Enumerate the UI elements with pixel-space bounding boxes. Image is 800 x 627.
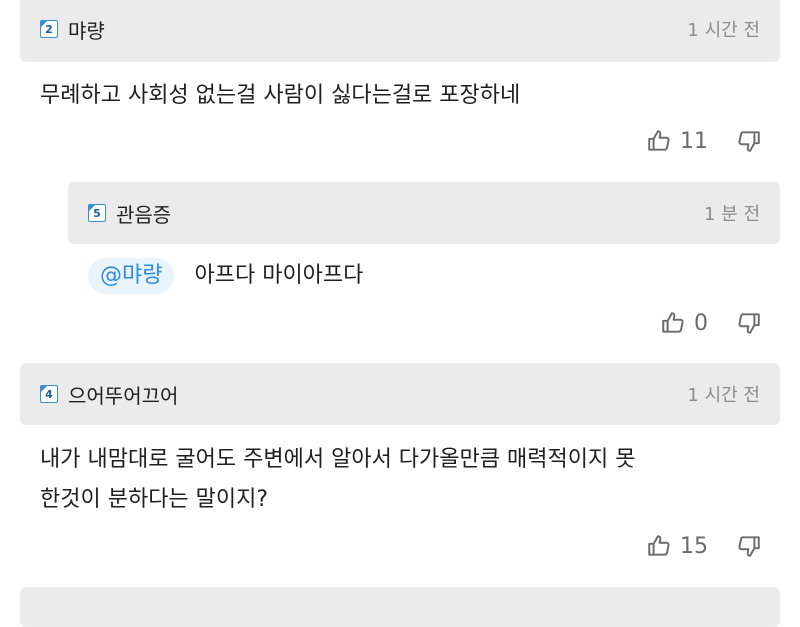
comment-author[interactable]: 5 관음증 — [88, 199, 171, 228]
reply-header: 5 관음증 1 분 전 — [68, 182, 780, 244]
comment-body: 무례하고 사회성 없는걸 사람이 싫다는걸로 포장하네 — [40, 83, 521, 108]
like-button[interactable]: 0 — [660, 310, 708, 336]
author-name[interactable]: 으어뚜어끄어 — [68, 380, 178, 409]
comment-actions: 0 — [660, 310, 762, 336]
thumbs-down-icon — [738, 131, 760, 152]
thumbs-up-icon — [662, 312, 684, 333]
like-button[interactable]: 11 — [646, 128, 708, 154]
thumbs-down-icon — [738, 536, 760, 557]
dislike-button[interactable] — [736, 533, 762, 559]
like-button[interactable]: 15 — [646, 533, 708, 559]
dislike-button[interactable] — [736, 128, 762, 154]
comment-timestamp: 1 시간 전 — [687, 20, 760, 41]
thumbs-up-icon — [648, 130, 670, 151]
like-count: 15 — [680, 533, 708, 559]
like-count: 0 — [694, 310, 708, 336]
comment-actions: 15 — [646, 533, 762, 559]
comment-actions: 11 — [646, 128, 762, 154]
like-count: 11 — [680, 128, 708, 154]
dislike-button[interactable] — [736, 310, 762, 336]
level-badge-icon: 2 — [40, 20, 58, 38]
comment-header: 2 먀량 1 시간 전 — [20, 0, 780, 62]
comment-author[interactable]: 2 먀량 — [40, 15, 105, 44]
comment-author[interactable]: 4 으어뚜어끄어 — [40, 380, 178, 409]
comment-line: 내가 내맘대로 굴어도 주변에서 알아서 다가올만큼 매력적이지 못 — [40, 447, 636, 472]
reply-body: @먀량 아프다 마이아프다 — [88, 256, 770, 296]
comment-timestamp: 1 시간 전 — [687, 385, 760, 406]
level-badge-icon: 4 — [40, 385, 58, 403]
comment-header: 4 으어뚜어끄어 1 시간 전 — [20, 363, 780, 425]
thumbs-down-icon — [738, 313, 760, 334]
comment-header-partial — [20, 587, 780, 627]
author-name[interactable]: 관음증 — [116, 199, 171, 228]
comment-line: 한것이 분하다는 말이지? — [40, 487, 269, 512]
comment-timestamp: 1 분 전 — [703, 204, 760, 225]
level-badge-icon: 5 — [88, 204, 106, 222]
comment-body: 내가 내맘대로 굴어도 주변에서 알아서 다가올만큼 매력적이지 못 한것이 분… — [40, 440, 770, 520]
mention-tag[interactable]: @먀량 — [88, 258, 175, 294]
thumbs-up-icon — [648, 535, 670, 556]
reply-text: 아프다 마이아프다 — [194, 263, 364, 288]
author-name[interactable]: 먀량 — [68, 15, 105, 44]
